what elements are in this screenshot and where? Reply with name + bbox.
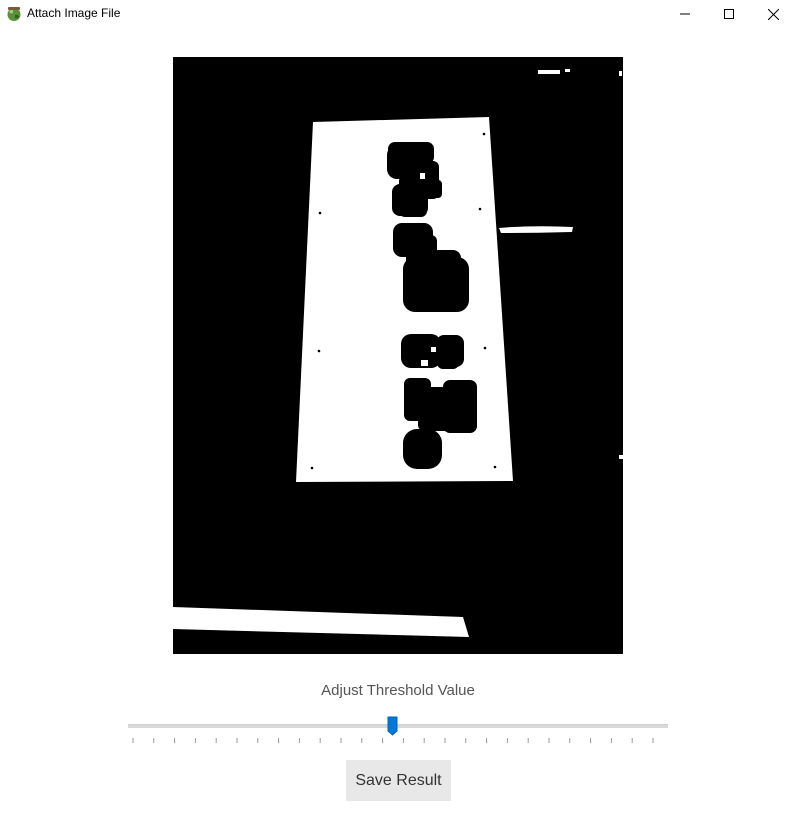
maximize-icon xyxy=(724,9,734,19)
close-button[interactable] xyxy=(750,0,796,28)
attach-image-window: Attach Image File Adjust Threshold Value… xyxy=(0,0,796,829)
threshold-slider[interactable] xyxy=(128,714,668,746)
slider-ticks xyxy=(132,738,654,743)
slider-track[interactable] xyxy=(128,724,668,728)
slider-thumb[interactable] xyxy=(387,716,398,736)
window-title: Attach Image File xyxy=(27,6,121,20)
minimize-button[interactable] xyxy=(662,0,708,28)
app-globe-icon xyxy=(6,6,22,22)
threshold-image-preview xyxy=(173,57,623,654)
close-icon xyxy=(767,8,779,20)
slider-thumb-icon xyxy=(387,716,398,736)
save-result-button[interactable]: Save Result xyxy=(346,760,451,801)
binarized-image xyxy=(173,57,623,654)
maximize-button[interactable] xyxy=(706,0,752,28)
threshold-label: Adjust Threshold Value xyxy=(321,682,475,699)
title-bar[interactable]: Attach Image File xyxy=(0,0,796,28)
minimize-icon xyxy=(680,9,690,19)
